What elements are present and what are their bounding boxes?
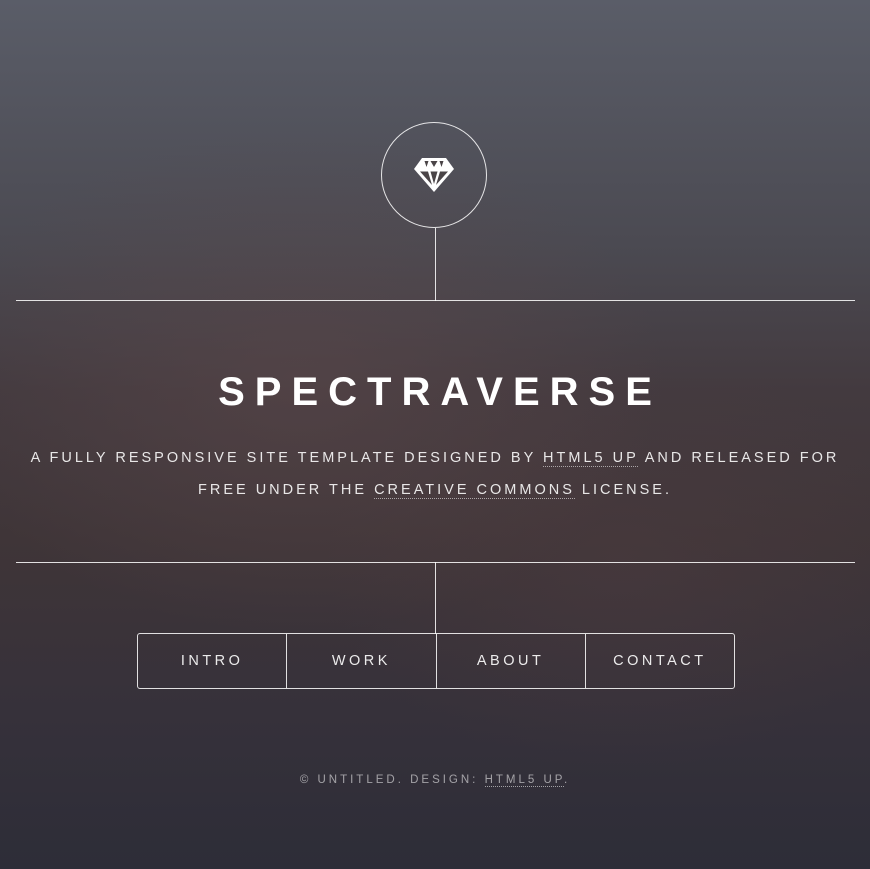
banner-description: A fully responsive site template designe… <box>30 442 840 506</box>
html5up-link[interactable]: HTML5 UP <box>543 450 639 467</box>
logo-connector-line <box>435 228 436 301</box>
main-nav: INTRO WORK ABOUT CONTACT <box>137 633 735 689</box>
logo-circle <box>381 122 487 228</box>
diamond-icon <box>414 158 454 192</box>
description-text-1: A fully responsive site template designe… <box>30 450 544 466</box>
footer-copyright: © Untitled. Design: <box>299 774 485 786</box>
footer: © Untitled. Design: HTML5 UP. <box>0 774 870 787</box>
description-text-3: license. <box>574 482 672 498</box>
nav-item-about[interactable]: ABOUT <box>435 634 585 688</box>
nav-item-intro[interactable]: INTRO <box>138 634 286 688</box>
page-title: SPECTRAVERSE <box>218 370 662 414</box>
top-divider <box>16 300 855 301</box>
creative-commons-link[interactable]: Creative Commons <box>374 482 575 499</box>
nav-item-contact[interactable]: CONTACT <box>584 634 734 688</box>
footer-end: . <box>563 774 571 786</box>
nav-item-work[interactable]: WORK <box>286 634 435 688</box>
footer-design-link[interactable]: HTML5 UP <box>484 774 564 787</box>
nav-connector-line <box>435 562 436 634</box>
